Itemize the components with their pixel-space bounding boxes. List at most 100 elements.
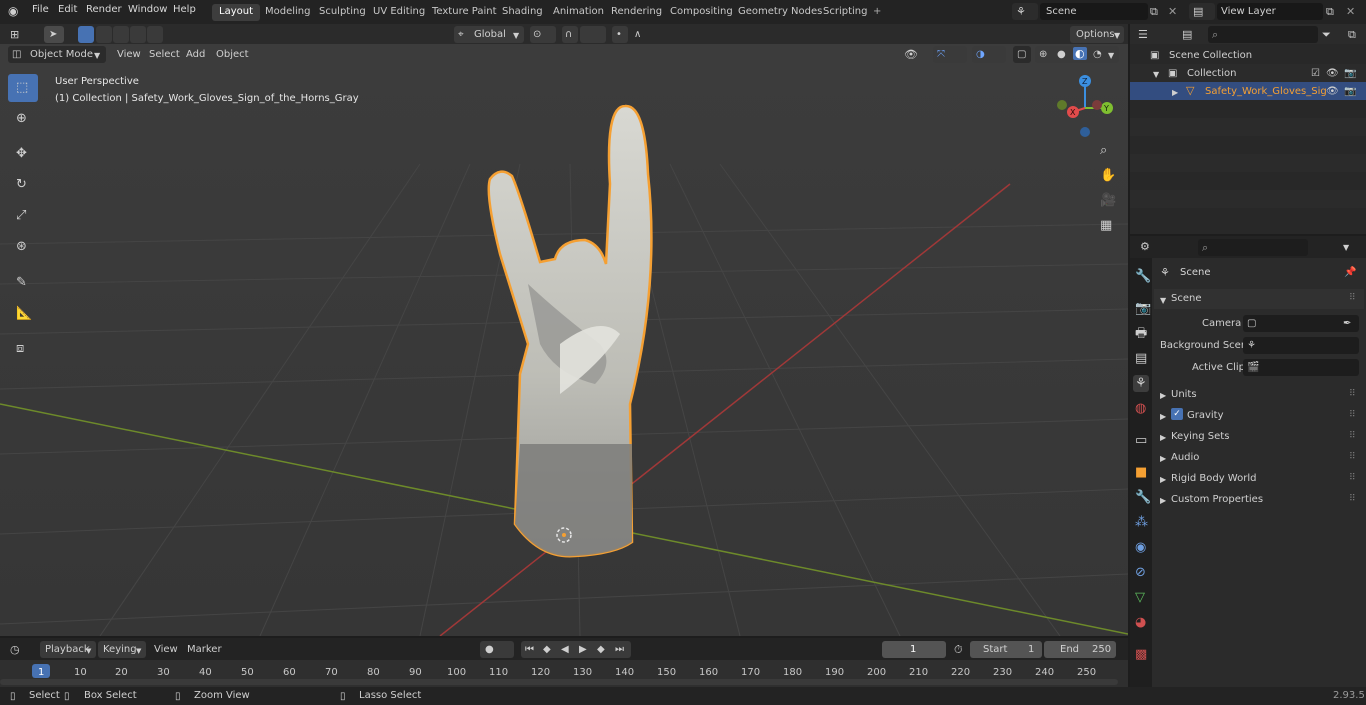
select-mode-subtract-button[interactable]	[113, 26, 129, 43]
close-view-layer-icon[interactable]: ✕	[1346, 5, 1355, 18]
menu-help[interactable]: Help	[173, 4, 196, 15]
tab-layout[interactable]: Layout	[212, 4, 260, 21]
menu-window[interactable]: Window	[128, 4, 167, 15]
tab-uv-editing[interactable]: UV Editing	[366, 4, 432, 21]
material-tab-icon[interactable]: ◕	[1135, 616, 1146, 629]
snap-toggle[interactable]: ∩	[562, 26, 578, 43]
select-mode-extend-button[interactable]	[96, 26, 112, 43]
tab-animation[interactable]: Animation	[546, 4, 611, 21]
chevron-down-icon[interactable]: ▼	[1108, 49, 1114, 62]
xray-toggle[interactable]: ▢	[1013, 46, 1031, 63]
rendered-shading-icon[interactable]: ◔	[1093, 48, 1102, 61]
tool-select-mode-button[interactable]: ➤	[44, 26, 64, 43]
timeline-view-menu[interactable]: View	[154, 644, 178, 655]
texture-tab-icon[interactable]: ▩	[1135, 648, 1147, 661]
scene-name-field[interactable]: Scene	[1040, 3, 1148, 20]
tab-geometry-nodes[interactable]: Geometry Nodes	[731, 4, 829, 21]
zoom-icon[interactable]: ⌕	[1100, 144, 1107, 157]
data-tab-icon[interactable]: ▽	[1135, 591, 1145, 604]
tab-rendering[interactable]: Rendering	[604, 4, 669, 21]
next-keyframe-icon[interactable]: ◆	[597, 643, 605, 656]
jump-start-icon[interactable]: ⏮	[525, 643, 534, 656]
play-icon[interactable]: ▶	[579, 643, 587, 656]
view-layer-selector-button[interactable]: ▤	[1189, 3, 1215, 20]
rigid-body-world-panel[interactable]: ▶ Rigid Body World ⠿	[1154, 468, 1364, 488]
jump-end-icon[interactable]: ⏭	[615, 643, 624, 656]
tab-sculpting[interactable]: Sculpting	[312, 4, 373, 21]
3d-viewport[interactable]: User Perspective (1) Collection | Safety…	[0, 44, 1128, 636]
drag-handle-icon[interactable]: ⠿	[1349, 409, 1356, 422]
drag-handle-icon[interactable]: ⠿	[1349, 388, 1356, 401]
transform-orientation-dropdown[interactable]: ⌖ Global ▼	[454, 26, 524, 43]
scene-panel-header[interactable]: ▼ Scene ⠿	[1154, 289, 1364, 309]
select-mode-invert-button[interactable]	[130, 26, 146, 43]
end-frame-field[interactable]: End 250	[1044, 641, 1116, 658]
modifier-tab-icon[interactable]: 🔧	[1135, 491, 1151, 504]
exclude-checkbox-icon[interactable]: ☑	[1311, 67, 1320, 80]
audio-panel[interactable]: ▶ Audio ⠿	[1154, 447, 1364, 467]
tool-transform[interactable]: ⊛	[8, 233, 38, 261]
drag-handle-icon[interactable]: ⠿	[1349, 472, 1356, 485]
menu-object[interactable]: Object	[216, 49, 249, 60]
visibility-eye-icon[interactable]: 👁	[1326, 67, 1339, 80]
constraints-tab-icon[interactable]: ⊘	[1135, 566, 1146, 579]
pivot-point-dropdown[interactable]: ⊙	[530, 26, 556, 43]
render-tab-icon[interactable]: 📷	[1135, 302, 1151, 315]
object-mode-dropdown[interactable]: ◫ Object Mode ▼	[8, 46, 106, 63]
playback-menu[interactable]: Playback ▼	[40, 641, 96, 658]
menu-render[interactable]: Render	[86, 4, 122, 15]
solid-shading-icon[interactable]: ●	[1057, 48, 1066, 61]
world-tab-icon[interactable]: ◍	[1135, 402, 1146, 415]
outliner-row-scene-collection[interactable]: ▣ Scene Collection	[1130, 46, 1366, 64]
tab-modeling[interactable]: Modeling	[258, 4, 318, 21]
object-tab-icon[interactable]: ■	[1135, 466, 1147, 479]
menu-select[interactable]: Select	[149, 49, 180, 60]
visibility-eye-icon[interactable]: 👁	[904, 48, 918, 61]
scene-tab-icon[interactable]: ⚘	[1133, 375, 1149, 392]
overlay-toggle[interactable]: ◑	[972, 46, 1006, 63]
display-mode-icon[interactable]: ▤	[1182, 28, 1192, 41]
editor-type-icon[interactable]: ⊞	[10, 28, 19, 41]
perspective-grid-icon[interactable]: ▦	[1100, 219, 1112, 232]
render-camera-icon[interactable]: 📷	[1344, 67, 1356, 80]
menu-view[interactable]: View	[117, 49, 141, 60]
tool-tab-icon[interactable]: 🔧	[1135, 270, 1151, 283]
tool-select-box[interactable]: ⬚	[8, 74, 38, 102]
camera-field[interactable]: ▢ ✒	[1243, 315, 1359, 332]
auto-keying-toggle[interactable]: ●	[480, 641, 514, 658]
select-mode-new-button[interactable]	[78, 26, 94, 43]
outliner-row-collection[interactable]: ▼ ▣ Collection ☑ 👁 📷	[1130, 64, 1366, 82]
render-camera-icon[interactable]: 📷	[1344, 85, 1356, 98]
start-frame-field[interactable]: Start 1	[970, 641, 1042, 658]
properties-editor-icon[interactable]: ⚙	[1140, 240, 1150, 253]
background-scene-field[interactable]: ⚘	[1243, 337, 1359, 354]
select-mode-intersect-button[interactable]	[147, 26, 163, 43]
new-view-layer-icon[interactable]: ⧉	[1326, 5, 1334, 18]
timeline-scrollbar[interactable]	[0, 679, 1118, 685]
drag-handle-icon[interactable]: ⠿	[1349, 292, 1356, 305]
outliner-row-object[interactable]: ▶ ▽ Safety_Work_Gloves_Sig 👁 📷	[1130, 82, 1366, 100]
tab-texture-paint[interactable]: Texture Paint	[425, 4, 504, 21]
particles-tab-icon[interactable]: ⁂	[1135, 516, 1148, 529]
drag-handle-icon[interactable]: ⠿	[1349, 430, 1356, 443]
outliner-editor-icon[interactable]: ☰	[1138, 28, 1148, 41]
menu-file[interactable]: File	[32, 4, 49, 15]
prev-keyframe-icon[interactable]: ◆	[543, 643, 551, 656]
tool-cursor[interactable]: ⊕	[8, 105, 38, 133]
timeline-editor-icon[interactable]: ◷	[10, 643, 20, 656]
shading-mode-group[interactable]: ⊕ ● ◐ ◔ ▼	[1035, 46, 1119, 63]
expand-arrow-icon[interactable]: ▼	[1153, 68, 1159, 81]
new-collection-icon[interactable]: ⧉	[1348, 28, 1356, 41]
view-layer-tab-icon[interactable]: ▤	[1135, 352, 1147, 365]
tab-compositing[interactable]: Compositing	[663, 4, 740, 21]
tab-shading[interactable]: Shading	[495, 4, 550, 21]
snap-target-dropdown[interactable]	[580, 26, 606, 43]
gravity-checkbox[interactable]: ✓	[1171, 408, 1183, 420]
output-tab-icon[interactable]: 🖶	[1135, 327, 1147, 340]
keying-menu[interactable]: Keying ▼	[98, 641, 146, 658]
wireframe-shading-icon[interactable]: ⊕	[1039, 48, 1047, 61]
tool-rotate[interactable]: ↻	[8, 171, 38, 199]
eyedropper-icon[interactable]: ✒	[1343, 317, 1351, 330]
chevron-down-icon[interactable]: ▼	[1343, 241, 1349, 254]
properties-search-input[interactable]: ⌕	[1198, 239, 1308, 256]
